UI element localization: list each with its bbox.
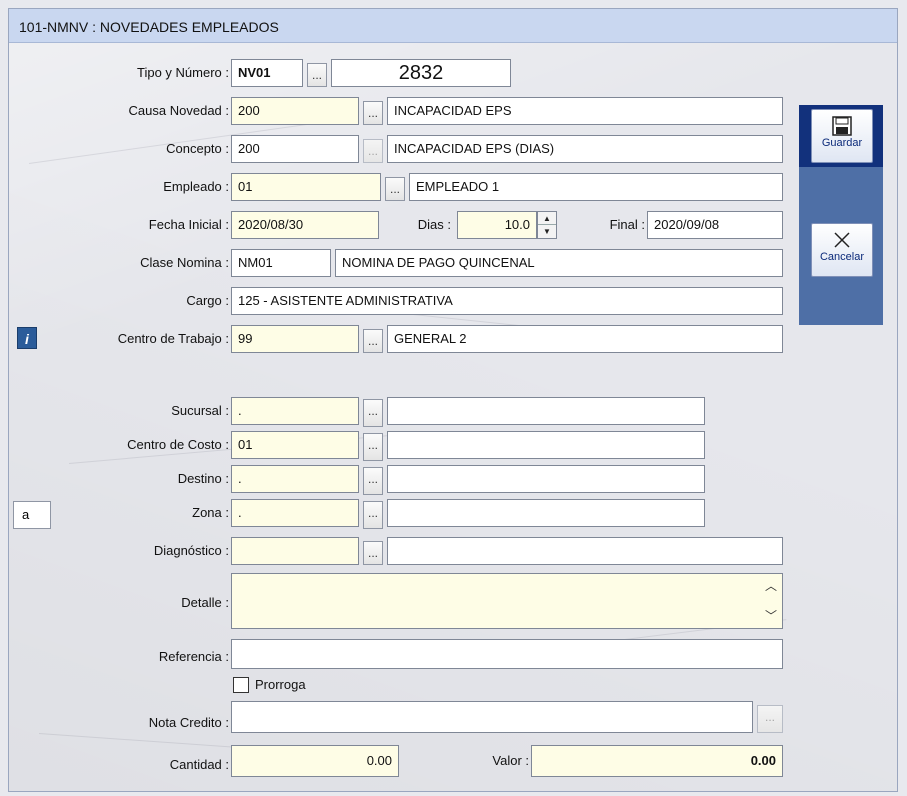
- floppy-disk-icon: [832, 116, 852, 136]
- sucursal-lookup-button[interactable]: ...: [363, 399, 383, 427]
- label-tipo-numero: Tipo y Número :: [137, 65, 229, 80]
- label-sucursal: Sucursal :: [171, 403, 229, 418]
- fecha-final-field[interactable]: 2020/09/08: [647, 211, 783, 239]
- diagnostico-lookup-button[interactable]: ...: [363, 541, 383, 565]
- scroll-down-icon[interactable]: ﹀: [765, 607, 777, 624]
- label-concepto: Concepto :: [166, 141, 229, 156]
- destino-lookup-button[interactable]: ...: [363, 467, 383, 495]
- label-nota-credito: Nota Credito :: [148, 715, 229, 730]
- empleado-lookup-button[interactable]: ...: [385, 177, 405, 201]
- form-panel: Tipo y Número : NV01 ... 2832 Causa Nove…: [9, 43, 897, 791]
- diagnostico-desc-field: [387, 537, 783, 565]
- action-toolbar: Guardar Cancelar: [799, 105, 883, 325]
- label-fecha-inicial: Fecha Inicial :: [148, 217, 229, 232]
- scroll-up-icon[interactable]: ︿: [765, 577, 777, 594]
- zona-desc-field: [387, 499, 705, 527]
- concepto-lookup-button[interactable]: ...: [363, 139, 383, 163]
- label-dias: Dias :: [417, 217, 451, 232]
- label-detalle: Detalle :: [181, 595, 229, 610]
- label-centro-costo: Centro de Costo :: [127, 437, 229, 452]
- label-empleado: Empleado :: [163, 179, 229, 194]
- label-centro-trabajo: Centro de Trabajo :: [117, 331, 229, 346]
- empleado-desc-field: EMPLEADO 1: [409, 173, 783, 201]
- cancel-label: Cancelar: [819, 251, 865, 263]
- window-title: 101-NMNV : NOVEDADES EMPLEADOS: [9, 9, 897, 43]
- label-valor: Valor :: [492, 753, 529, 768]
- numero-field[interactable]: 2832: [331, 59, 511, 87]
- centro-costo-lookup-button[interactable]: ...: [363, 433, 383, 461]
- centro-trabajo-desc-field: GENERAL 2: [387, 325, 783, 353]
- label-referencia: Referencia :: [158, 649, 229, 664]
- centro-trabajo-lookup-button[interactable]: ...: [363, 329, 383, 353]
- cargo-field: 125 - ASISTENTE ADMINISTRATIVA: [231, 287, 783, 315]
- clase-nomina-code-field[interactable]: NM01: [231, 249, 331, 277]
- destino-code-field[interactable]: .: [231, 465, 359, 493]
- clase-nomina-desc-field: NOMINA DE PAGO QUINCENAL: [335, 249, 783, 277]
- label-cargo: Cargo :: [186, 293, 229, 308]
- causa-lookup-button[interactable]: ...: [363, 101, 383, 125]
- nota-credito-lookup-button[interactable]: ...: [757, 705, 783, 733]
- label-prorroga: Prorroga: [255, 677, 306, 692]
- app-window: 101-NMNV : NOVEDADES EMPLEADOS Tipo y Nú…: [8, 8, 898, 792]
- concepto-code-field[interactable]: 200: [231, 135, 359, 163]
- save-label: Guardar: [821, 137, 863, 149]
- detalle-textarea[interactable]: [231, 573, 783, 629]
- zona-code-field[interactable]: .: [231, 499, 359, 527]
- close-icon: [834, 232, 850, 248]
- centro-trabajo-code-field[interactable]: 99: [231, 325, 359, 353]
- centro-costo-code-field[interactable]: 01: [231, 431, 359, 459]
- label-diagnostico: Diagnóstico :: [153, 543, 229, 558]
- causa-desc-field: INCAPACIDAD EPS: [387, 97, 783, 125]
- destino-desc-field: [387, 465, 705, 493]
- concepto-desc-field: INCAPACIDAD EPS (DIAS): [387, 135, 783, 163]
- zona-lookup-button[interactable]: ...: [363, 501, 383, 529]
- centro-costo-desc-field: [387, 431, 705, 459]
- label-final: Final :: [609, 217, 645, 232]
- label-cantidad: Cantidad :: [169, 757, 229, 772]
- cancel-button[interactable]: Cancelar: [811, 223, 873, 277]
- label-destino: Destino :: [177, 471, 229, 486]
- empleado-code-field[interactable]: 01: [231, 173, 381, 201]
- tipo-field[interactable]: NV01: [231, 59, 303, 87]
- label-clase-nomina: Clase Nomina :: [140, 255, 229, 270]
- valor-field: 0.00: [531, 745, 783, 777]
- sucursal-code-field[interactable]: .: [231, 397, 359, 425]
- nota-credito-field[interactable]: [231, 701, 753, 733]
- prorroga-checkbox[interactable]: [233, 677, 249, 693]
- label-causa-novedad: Causa Novedad :: [128, 103, 229, 118]
- causa-code-field[interactable]: 200: [231, 97, 359, 125]
- sucursal-desc-field: [387, 397, 705, 425]
- save-button[interactable]: Guardar: [811, 109, 873, 163]
- diagnostico-code-field[interactable]: [231, 537, 359, 565]
- label-zona: Zona :: [192, 505, 229, 520]
- referencia-field[interactable]: [231, 639, 783, 669]
- tipo-lookup-button[interactable]: ...: [307, 63, 327, 87]
